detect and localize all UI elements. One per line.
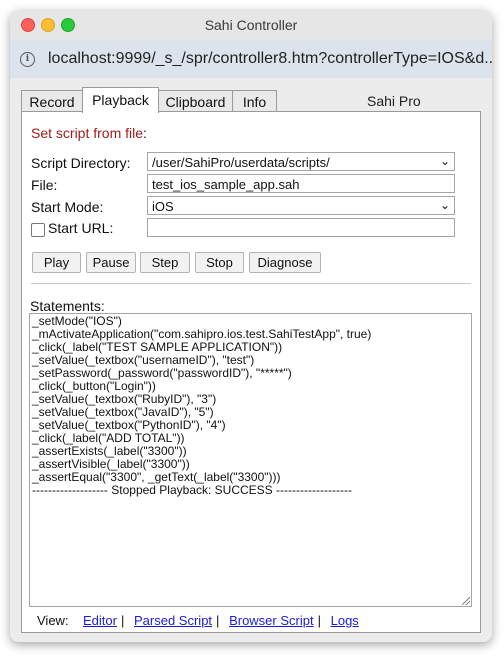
tab-clipboard[interactable]: Clipboard	[158, 90, 233, 112]
start-url-label: Start URL:	[48, 220, 114, 236]
set-script-label: Set script from file	[31, 125, 144, 141]
link-separator: |	[317, 613, 321, 628]
resize-handle-icon[interactable]	[462, 597, 470, 605]
statements-textarea[interactable]: _setMode("IOS") _mActivateApplication("c…	[29, 313, 472, 607]
url-bar[interactable]: i localhost:9999/_s_/spr/controller8.htm…	[10, 40, 492, 78]
file-label: File:	[31, 177, 58, 193]
chevron-down-icon: ⌄	[439, 198, 450, 212]
controller-window: Sahi Controller i localhost:9999/_s_/spr…	[10, 10, 492, 642]
title-bar: Sahi Controller	[10, 10, 492, 40]
view-links-row: View: Editor | Parsed Script | Browser Scr…	[37, 613, 359, 628]
browser-script-link[interactable]: Browser Script	[229, 613, 314, 628]
divider	[31, 283, 471, 284]
editor-link[interactable]: Editor	[83, 613, 117, 628]
url-text[interactable]: localhost:9999/_s_/spr/controller8.htm?c…	[48, 50, 492, 68]
window-title: Sahi Controller	[204, 17, 298, 33]
playback-panel: Set script from file: Script Directory: …	[21, 111, 481, 633]
tab-playback[interactable]: Playback	[82, 87, 159, 113]
link-separator: |	[120, 613, 125, 628]
start-url-checkbox[interactable]	[31, 223, 45, 237]
chevron-down-icon: ⌄	[439, 154, 450, 168]
start-mode-label: Start Mode:	[31, 199, 104, 215]
start-url-input[interactable]	[147, 218, 455, 237]
statements-label: Statements:	[30, 298, 105, 314]
info-icon[interactable]: i	[20, 52, 35, 67]
set-script-colon: :	[143, 125, 147, 141]
file-input[interactable]: test_ios_sample_app.sah	[147, 174, 455, 193]
script-directory-select[interactable]: /user/SahiPro/userdata/scripts/ ⌄	[147, 152, 455, 171]
link-separator: |	[216, 613, 220, 628]
step-button[interactable]: Step	[140, 252, 190, 273]
tab-record[interactable]: Record	[21, 90, 83, 112]
start-mode-value: iOS	[152, 199, 174, 214]
set-script-heading: Set script from file:	[31, 125, 147, 141]
pause-button[interactable]: Pause	[86, 252, 136, 273]
play-button[interactable]: Play	[32, 252, 81, 273]
parsed-script-link[interactable]: Parsed Script	[134, 613, 212, 628]
stop-button[interactable]: Stop	[195, 252, 244, 273]
start-mode-select[interactable]: iOS ⌄	[147, 196, 455, 215]
controller-content: Record Playback Clipboard Info Sahi Pro …	[10, 78, 492, 642]
tab-info[interactable]: Info	[232, 90, 277, 112]
diagnose-button[interactable]: Diagnose	[249, 252, 321, 273]
playback-status-line: ------------------- Stopped Playback: SU…	[32, 483, 352, 497]
script-directory-label: Script Directory:	[31, 155, 131, 171]
logs-link[interactable]: Logs	[331, 613, 359, 628]
script-directory-value: /user/SahiPro/userdata/scripts/	[152, 155, 330, 170]
product-name: Sahi Pro	[367, 93, 421, 109]
view-label: View:	[37, 613, 69, 628]
